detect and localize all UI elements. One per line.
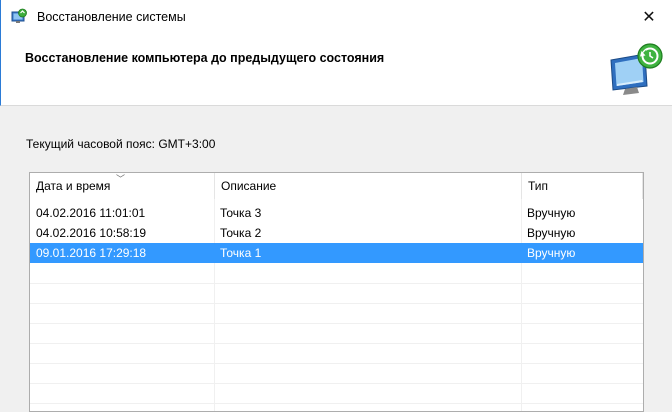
grid-line (30, 323, 643, 324)
system-restore-app-icon (11, 8, 27, 23)
cell-description: Точка 2 (220, 226, 262, 240)
title-bar[interactable]: Восстановление системы ✕ (0, 0, 672, 34)
cell-date: 09.01.2016 17:29:18 (36, 246, 147, 260)
table-row-selected[interactable]: 09.01.2016 17:29:18 Точка 1 Вручную (30, 243, 643, 263)
column-header-type[interactable]: Тип (522, 173, 642, 199)
column-header-date[interactable]: ﹀ Дата и время (30, 173, 214, 199)
cell-description: Точка 3 (220, 206, 262, 220)
cell-description: Точка 1 (220, 246, 262, 260)
grid-line (30, 283, 643, 284)
timezone-label: Текущий часовой пояс: GMT+3:00 (26, 137, 216, 151)
cell-date: 04.02.2016 11:01:01 (36, 206, 146, 220)
cell-type: Вручную (527, 206, 576, 220)
column-separator (642, 173, 643, 199)
grid-line (30, 383, 643, 384)
column-header-description[interactable]: Описание (215, 173, 521, 199)
sort-descending-icon: ﹀ (116, 174, 126, 184)
grid-line (30, 403, 643, 404)
cell-type: Вручную (527, 246, 576, 260)
system-restore-icon (610, 43, 663, 95)
table-row[interactable]: 04.02.2016 10:58:19 Точка 2 Вручную (30, 223, 643, 243)
grid-line (30, 363, 643, 364)
grid-line (30, 303, 643, 304)
cell-date: 04.02.2016 10:58:19 (36, 226, 147, 240)
cell-type: Вручную (527, 226, 576, 240)
grid-line (30, 343, 643, 344)
restore-points-list[interactable]: ﹀ Дата и время Описание Тип 04.02.2016 1… (29, 172, 644, 412)
close-button[interactable]: ✕ (626, 0, 672, 34)
wizard-header: Восстановление компьютера до предыдущего… (0, 34, 672, 106)
window-title: Восстановление системы (37, 10, 186, 24)
close-icon: ✕ (642, 9, 656, 26)
page-title: Восстановление компьютера до предыдущего… (25, 51, 385, 65)
table-row[interactable]: 04.02.2016 11:01:01 Точка 3 Вручную (30, 203, 643, 223)
